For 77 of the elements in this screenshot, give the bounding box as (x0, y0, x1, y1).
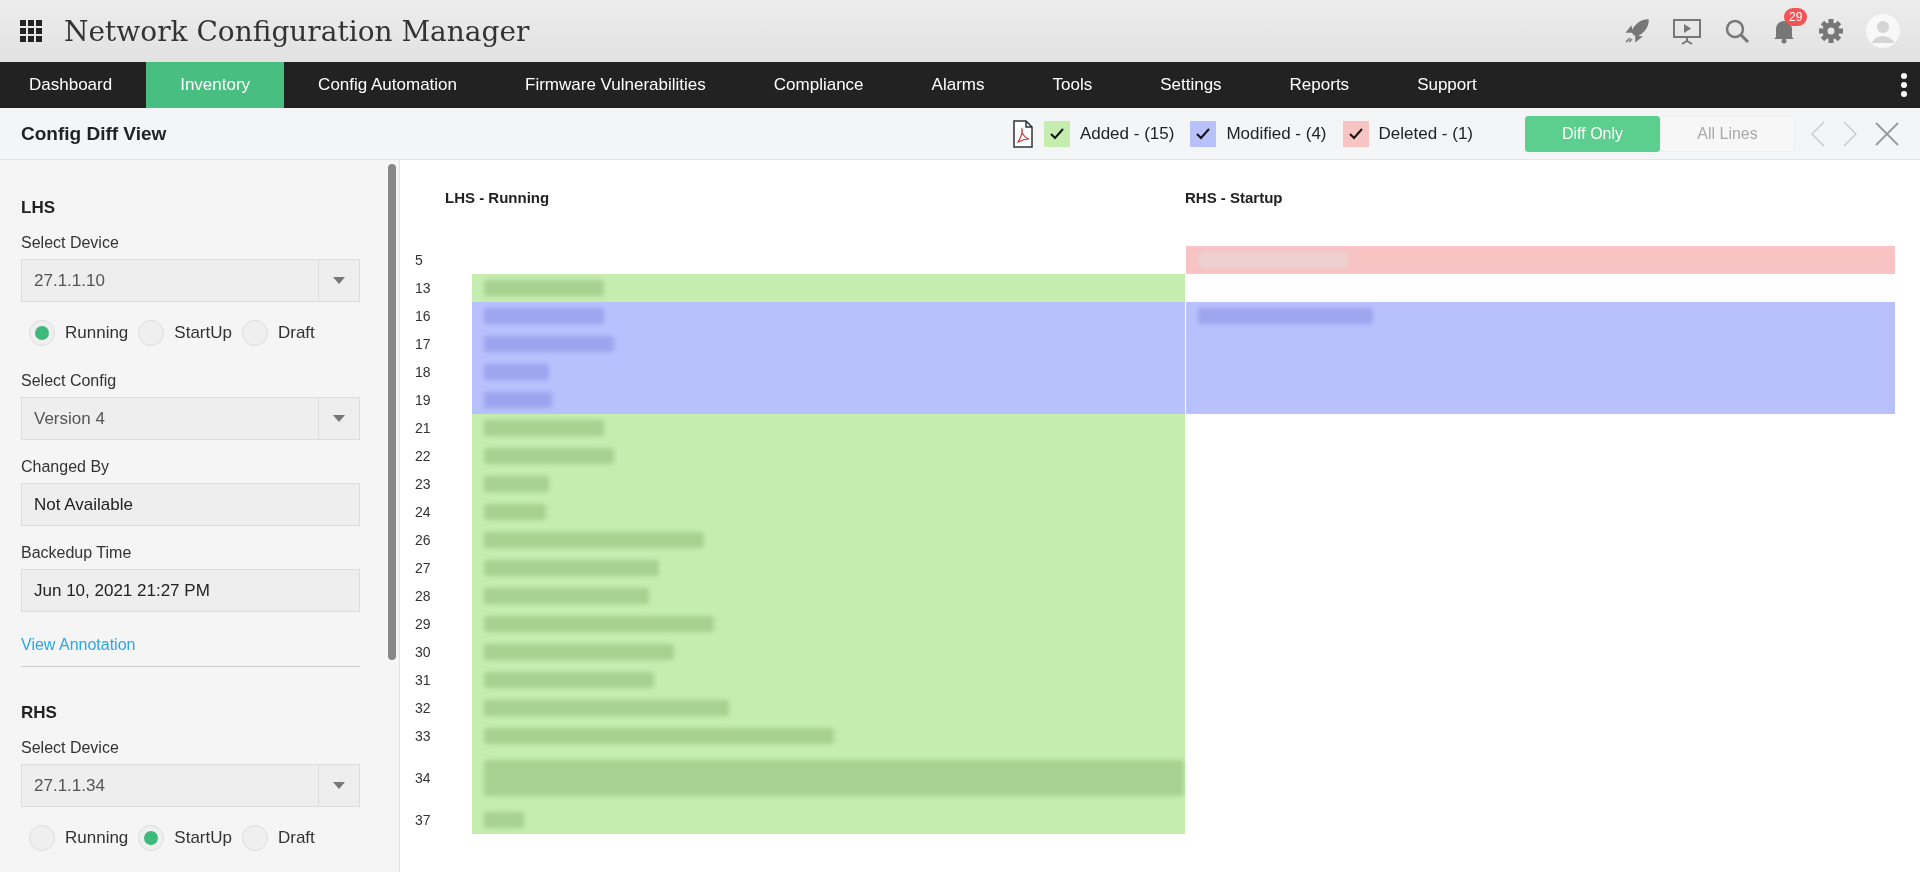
caret-icon (333, 415, 345, 422)
nav-tab[interactable]: Config Automation (284, 62, 492, 108)
caret-icon (333, 782, 345, 789)
config-type-radio[interactable]: Draft (241, 320, 315, 346)
nav-tab[interactable]: Support (1383, 62, 1511, 108)
legend-checkbox[interactable] (1342, 120, 1369, 147)
line-number: 26 (414, 531, 432, 550)
check-icon (1195, 126, 1212, 141)
close-icon[interactable] (1875, 121, 1899, 146)
field-label: Select Config (21, 372, 118, 390)
line-number: 37 (414, 811, 432, 830)
check-icon (1347, 126, 1364, 141)
column-title: RHS - Startup (1185, 189, 1284, 206)
legend-label: Modified - (4) (1226, 123, 1327, 144)
line-number: 29 (414, 615, 432, 634)
legend-label: Deleted - (1) (1378, 123, 1473, 144)
caret-icon (333, 277, 345, 284)
line-number: 16 (414, 307, 432, 326)
scrollbar[interactable] (388, 164, 396, 660)
line-number: 28 (414, 587, 432, 606)
line-number: 5 (414, 251, 424, 270)
search-icon[interactable] (1724, 18, 1750, 44)
blurred-text (484, 392, 552, 408)
line-number: 18 (414, 363, 432, 382)
blurred-text (484, 812, 524, 828)
check-icon (1048, 126, 1065, 141)
changed-by-field: Not Available (21, 483, 360, 526)
line-number: 17 (414, 335, 432, 354)
pdf-icon[interactable] (1011, 119, 1034, 148)
field-label: Select Device (21, 739, 120, 757)
blurred-text (484, 476, 549, 492)
line-number: 30 (414, 643, 432, 662)
nav-tab[interactable]: Firmware Vulnerabilities (491, 62, 740, 108)
line-number: 32 (414, 699, 432, 718)
field-label: Backedup Time (21, 544, 133, 562)
backup-time-field: Jun 10, 2021 21:27 PM (21, 569, 360, 612)
line-number: 23 (414, 475, 432, 494)
more-menu-icon[interactable] (1900, 72, 1908, 98)
nav-tab[interactable]: Compliance (739, 62, 898, 108)
nav-tab[interactable]: Reports (1255, 62, 1384, 108)
section-heading: LHS (21, 198, 56, 218)
config-select[interactable]: Version 4 (21, 397, 360, 440)
nav-tab[interactable]: Settings (1126, 62, 1256, 108)
column-title: LHS - Running (445, 189, 551, 206)
line-number: 31 (414, 671, 432, 690)
line-number: 33 (414, 727, 432, 746)
line-number: 19 (414, 391, 432, 410)
blurred-text (484, 364, 549, 380)
legend-checkbox[interactable] (1190, 120, 1217, 147)
field-label: Select Device (21, 234, 120, 252)
legend-checkbox[interactable] (1043, 120, 1070, 147)
config-type-radio[interactable]: StartUp (138, 320, 232, 346)
nav-tab[interactable]: Alarms (897, 62, 1019, 108)
app-title: Network Configuration Manager (64, 14, 530, 48)
legend-label: Added - (15) (1079, 123, 1175, 144)
config-type-radio[interactable]: StartUp (138, 825, 232, 851)
line-number: 24 (414, 503, 432, 522)
rocket-icon[interactable] (1624, 18, 1650, 44)
presentation-icon[interactable] (1672, 17, 1702, 45)
nav-tab[interactable]: Tools (1018, 62, 1127, 108)
field-label: Changed By (21, 458, 111, 476)
nav-tab[interactable]: Dashboard (0, 62, 147, 108)
section-heading: RHS (21, 703, 58, 723)
line-number: 27 (414, 559, 432, 578)
device-select[interactable]: 27.1.1.10 (21, 259, 360, 302)
notification-badge: 29 (1784, 8, 1808, 26)
line-number: 13 (414, 279, 432, 298)
blurred-text (484, 504, 546, 520)
page-title: Config Diff View (21, 122, 167, 145)
line-number: 22 (414, 447, 432, 466)
device-select[interactable]: 27.1.1.34 (21, 764, 360, 807)
config-type-radio[interactable]: Draft (241, 825, 315, 851)
apps-grid-icon[interactable] (20, 20, 42, 42)
config-type-radio[interactable]: Running (29, 320, 129, 346)
line-number: 21 (414, 419, 432, 438)
config-type-radio[interactable]: Running (29, 825, 129, 851)
line-number: 34 (414, 769, 432, 788)
